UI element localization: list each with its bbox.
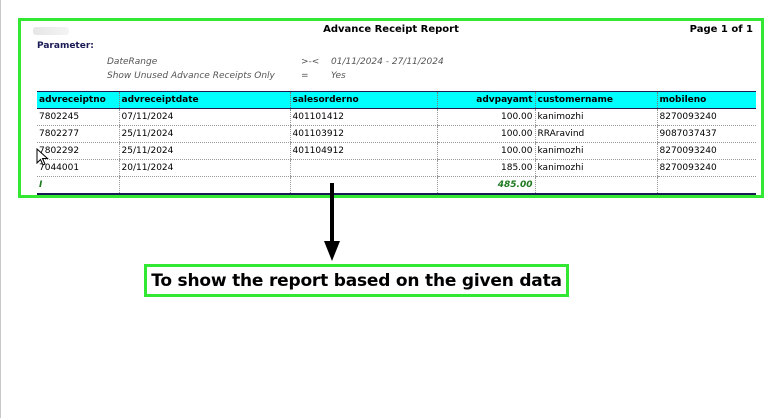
- cell-customername: kanimozhi: [534, 142, 657, 160]
- table-row: 7802277 25/11/2024 401103912 100.00 RRAr…: [37, 125, 756, 143]
- cell-advpayamt: 100.00: [436, 125, 535, 143]
- cell-advreceiptno: 7802245: [37, 108, 119, 126]
- total-label: I: [37, 176, 119, 195]
- cell-customername: kanimozhi: [534, 108, 657, 126]
- cell-mobileno: 8270093240: [656, 142, 756, 160]
- header-advreceiptdate[interactable]: advreceiptdate: [118, 91, 290, 109]
- cell-advreceiptno: 7802277: [37, 125, 119, 143]
- cell-advreceiptdate: 20/11/2024: [118, 159, 290, 177]
- header-mobileno[interactable]: mobileno: [656, 91, 756, 109]
- total-empty: [289, 176, 437, 195]
- parameter-label: Parameter:: [37, 41, 94, 51]
- cell-customername: RRAravind: [534, 125, 657, 143]
- caption-box: To show the report based on the given da…: [144, 264, 569, 297]
- param-value: Yes: [331, 71, 346, 81]
- report-table: advreceiptno advreceiptdate salesorderno…: [37, 91, 756, 195]
- report-highlight-frame: Advance Receipt Report Page 1 of 1 Param…: [18, 18, 764, 198]
- table-row: 7044001 20/11/2024 185.00 kanimozhi 8270…: [37, 159, 756, 177]
- report-table-container: advreceiptno advreceiptdate salesorderno…: [37, 91, 756, 195]
- mouse-cursor-icon: [36, 148, 49, 166]
- total-empty: [656, 176, 756, 195]
- cell-advpayamt: 100.00: [436, 142, 535, 160]
- param-operator: >-<: [301, 57, 320, 67]
- down-arrow-icon: [324, 183, 340, 261]
- window-left-edge: [0, 0, 1, 418]
- param-operator: =: [301, 71, 309, 81]
- cell-mobileno: 8270093240: [656, 159, 756, 177]
- cell-mobileno: 8270093240: [656, 108, 756, 126]
- cell-salesorderno: [289, 159, 437, 177]
- header-salesorderno[interactable]: salesorderno: [289, 91, 437, 109]
- cell-advreceiptdate: 25/11/2024: [118, 125, 290, 143]
- table-row: 7802292 25/11/2024 401104912 100.00 kani…: [37, 142, 756, 160]
- total-empty: [118, 176, 290, 195]
- cell-customername: kanimozhi: [534, 159, 657, 177]
- table-header-row: advreceiptno advreceiptdate salesorderno…: [37, 91, 756, 109]
- cell-advreceiptdate: 25/11/2024: [118, 142, 290, 160]
- caption-text: To show the report based on the given da…: [151, 270, 562, 291]
- cell-advpayamt: 100.00: [436, 108, 535, 126]
- cell-salesorderno: 401104912: [289, 142, 437, 160]
- header-advreceiptno[interactable]: advreceiptno: [37, 91, 119, 109]
- cell-advreceiptdate: 07/11/2024: [118, 108, 290, 126]
- header-advpayamt[interactable]: advpayamt: [436, 91, 535, 109]
- total-advpayamt: 485.00: [436, 176, 535, 195]
- cell-advpayamt: 185.00: [436, 159, 535, 177]
- table-total-row: I 485.00: [37, 176, 756, 195]
- total-empty: [534, 176, 657, 195]
- header-customername[interactable]: customername: [534, 91, 657, 109]
- param-name: Show Unused Advance Receipts Only: [107, 71, 275, 81]
- page-indicator: Page 1 of 1: [689, 24, 753, 35]
- table-row: 7802245 07/11/2024 401101412 100.00 kani…: [37, 108, 756, 126]
- cell-salesorderno: 401103912: [289, 125, 437, 143]
- cell-salesorderno: 401101412: [289, 108, 437, 126]
- report-title: Advance Receipt Report: [323, 24, 459, 35]
- cell-mobileno: 9087037437: [656, 125, 756, 143]
- param-name: DateRange: [107, 57, 158, 67]
- param-value: 01/11/2024 - 27/11/2024: [331, 57, 444, 67]
